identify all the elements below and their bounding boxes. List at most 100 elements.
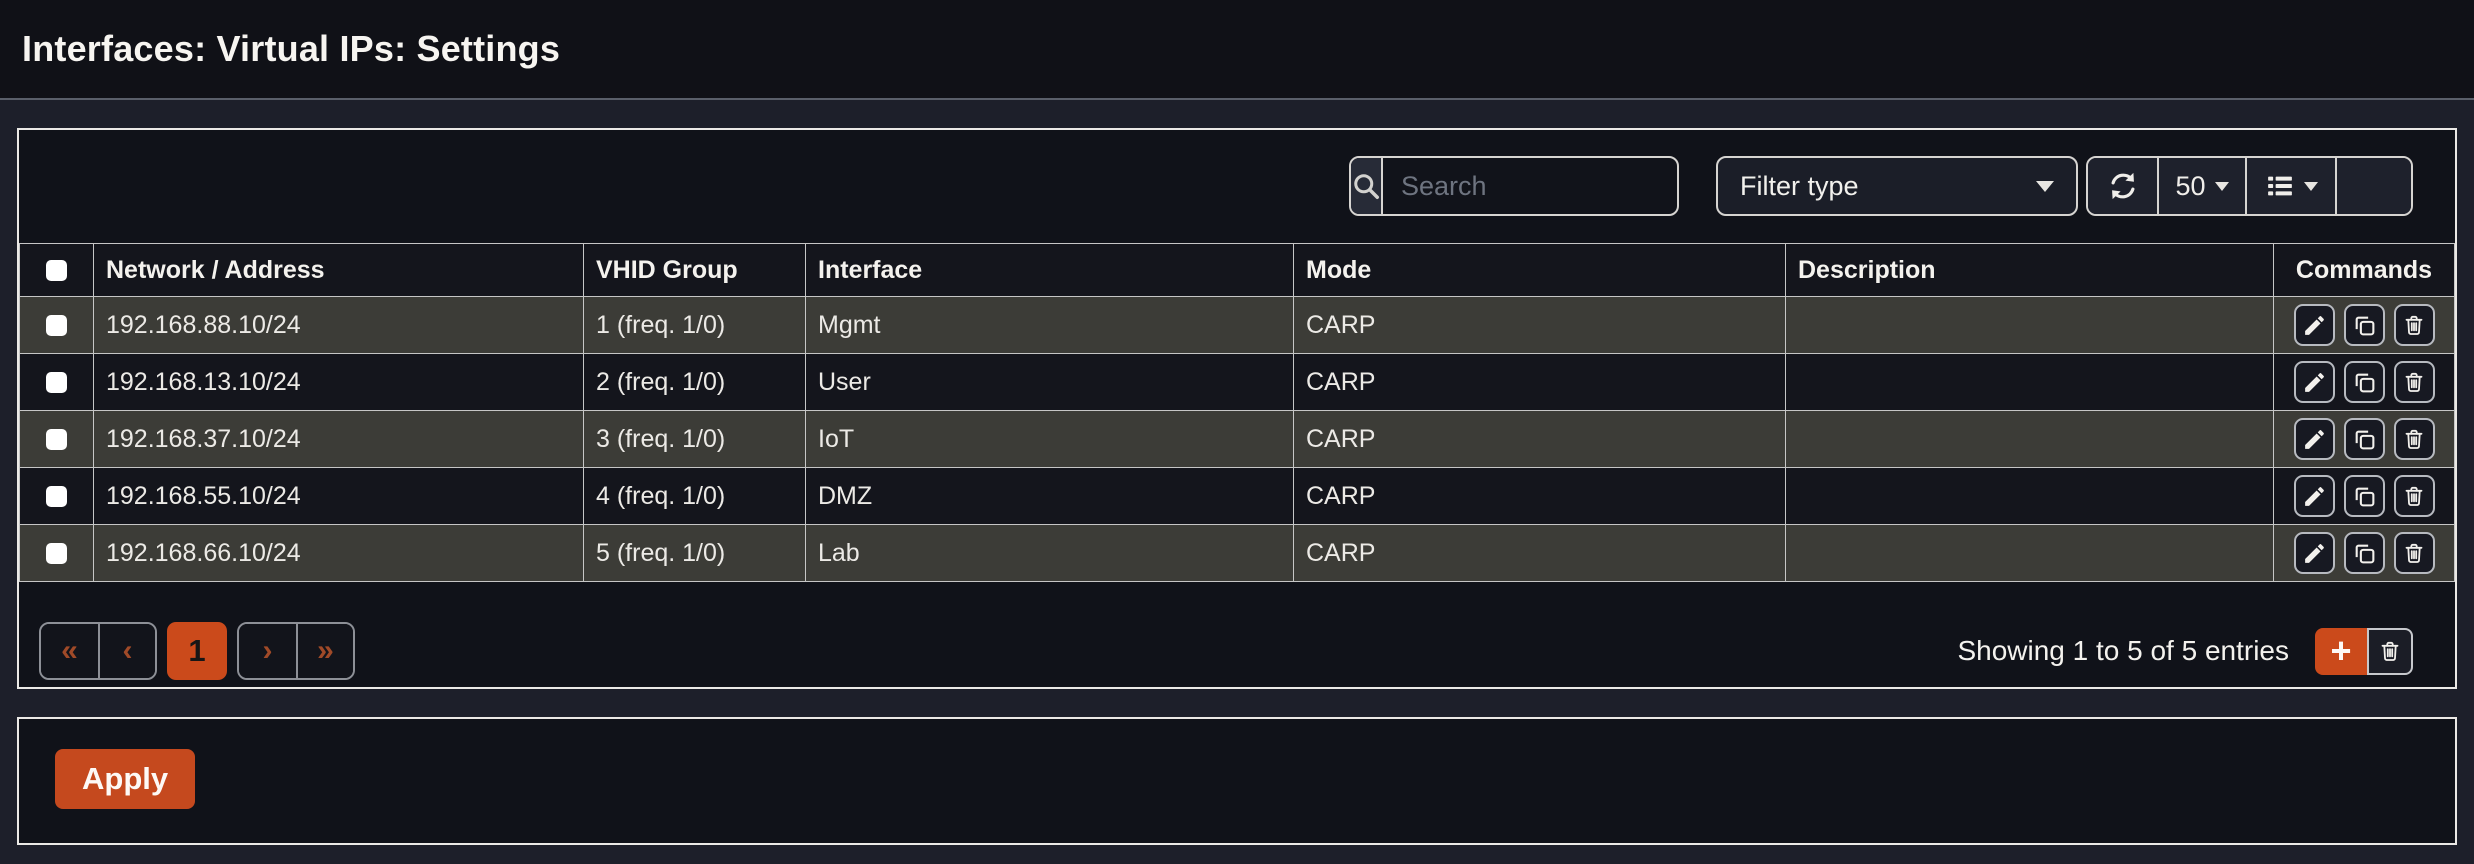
list-icon bbox=[2265, 171, 2295, 201]
cell-network: 192.168.88.10/24 bbox=[94, 297, 584, 354]
cell-network: 192.168.66.10/24 bbox=[94, 525, 584, 582]
cell-interface: Lab bbox=[806, 525, 1294, 582]
last-page-button[interactable]: » bbox=[296, 624, 353, 678]
delete-button[interactable] bbox=[2394, 418, 2435, 460]
trash-icon bbox=[2402, 370, 2426, 394]
plus-icon: + bbox=[2330, 630, 2351, 672]
cell-mode: CARP bbox=[1294, 354, 1786, 411]
clone-button[interactable] bbox=[2344, 532, 2385, 574]
cell-mode: CARP bbox=[1294, 468, 1786, 525]
virtual-ips-table: Network / Address VHID Group Interface M… bbox=[19, 243, 2455, 582]
previous-page-button[interactable]: ‹ bbox=[98, 624, 155, 678]
row-checkbox[interactable] bbox=[46, 429, 67, 450]
clone-button[interactable] bbox=[2344, 304, 2385, 346]
delete-button[interactable] bbox=[2394, 532, 2435, 574]
clone-icon bbox=[2352, 541, 2377, 566]
trash-icon bbox=[2378, 639, 2402, 663]
edit-button[interactable] bbox=[2294, 418, 2335, 460]
row-checkbox[interactable] bbox=[46, 486, 67, 507]
cell-mode: CARP bbox=[1294, 297, 1786, 354]
delete-selected-button[interactable] bbox=[2367, 628, 2413, 675]
cell-description bbox=[1786, 354, 2274, 411]
first-page-button[interactable]: « bbox=[41, 624, 98, 678]
cell-vhid-group: 3 (freq. 1/0) bbox=[584, 411, 806, 468]
page-title: Interfaces: Virtual IPs: Settings bbox=[22, 28, 560, 70]
row-checkbox[interactable] bbox=[46, 372, 67, 393]
cell-network: 192.168.37.10/24 bbox=[94, 411, 584, 468]
current-page-button[interactable]: 1 bbox=[167, 622, 227, 680]
column-header-interface[interactable]: Interface bbox=[806, 244, 1294, 297]
cell-vhid-group: 5 (freq. 1/0) bbox=[584, 525, 806, 582]
search-box bbox=[1349, 156, 1679, 216]
cell-network: 192.168.13.10/24 bbox=[94, 354, 584, 411]
column-header-network[interactable]: Network / Address bbox=[94, 244, 584, 297]
cell-vhid-group: 2 (freq. 1/0) bbox=[584, 354, 806, 411]
trash-icon bbox=[2402, 313, 2426, 337]
cell-interface: IoT bbox=[806, 411, 1294, 468]
cell-description bbox=[1786, 297, 2274, 354]
delete-button[interactable] bbox=[2394, 475, 2435, 517]
column-header-description[interactable]: Description bbox=[1786, 244, 2274, 297]
pencil-icon bbox=[2302, 313, 2327, 338]
cell-interface: User bbox=[806, 354, 1294, 411]
grid-options-group: 50 bbox=[2086, 156, 2413, 216]
cell-description bbox=[1786, 525, 2274, 582]
select-all-checkbox[interactable] bbox=[46, 260, 67, 281]
trash-icon bbox=[2402, 427, 2426, 451]
clone-icon bbox=[2352, 427, 2377, 452]
page-size-value: 50 bbox=[2175, 171, 2205, 202]
table-row: 192.168.37.10/24 3 (freq. 1/0) IoT CARP bbox=[20, 411, 2455, 468]
column-header-mode[interactable]: Mode bbox=[1294, 244, 1786, 297]
next-page-button[interactable]: › bbox=[239, 624, 296, 678]
column-header-vhid-group[interactable]: VHID Group bbox=[584, 244, 806, 297]
pencil-icon bbox=[2302, 484, 2327, 509]
apply-panel: Apply bbox=[17, 717, 2457, 845]
table-row: 192.168.88.10/24 1 (freq. 1/0) Mgmt CARP bbox=[20, 297, 2455, 354]
search-input[interactable] bbox=[1383, 158, 1679, 214]
caret-down-icon bbox=[2304, 182, 2318, 191]
edit-button[interactable] bbox=[2294, 532, 2335, 574]
cell-interface: DMZ bbox=[806, 468, 1294, 525]
pencil-icon bbox=[2302, 427, 2327, 452]
refresh-button[interactable] bbox=[2088, 158, 2157, 214]
caret-down-icon bbox=[2036, 181, 2054, 192]
column-selection-dropdown[interactable] bbox=[2245, 158, 2335, 214]
page-content: Filter type 50 bbox=[0, 100, 2474, 845]
cell-network: 192.168.55.10/24 bbox=[94, 468, 584, 525]
column-header-commands: Commands bbox=[2274, 244, 2455, 297]
table-row: 192.168.13.10/24 2 (freq. 1/0) User CARP bbox=[20, 354, 2455, 411]
cell-vhid-group: 1 (freq. 1/0) bbox=[584, 297, 806, 354]
cell-mode: CARP bbox=[1294, 411, 1786, 468]
cell-description bbox=[1786, 468, 2274, 525]
pencil-icon bbox=[2302, 541, 2327, 566]
extra-options-button[interactable] bbox=[2335, 158, 2411, 214]
add-delete-group: + bbox=[2315, 628, 2413, 675]
clone-icon bbox=[2352, 484, 2377, 509]
trash-icon bbox=[2402, 541, 2426, 565]
clone-button[interactable] bbox=[2344, 418, 2385, 460]
edit-button[interactable] bbox=[2294, 361, 2335, 403]
pagination-right: Showing 1 to 5 of 5 entries + bbox=[1957, 628, 2413, 675]
row-checkbox[interactable] bbox=[46, 543, 67, 564]
table-header-row: Network / Address VHID Group Interface M… bbox=[20, 244, 2455, 297]
cell-interface: Mgmt bbox=[806, 297, 1294, 354]
apply-button[interactable]: Apply bbox=[55, 749, 195, 809]
row-checkbox[interactable] bbox=[46, 315, 67, 336]
filter-type-label: Filter type bbox=[1740, 171, 1859, 202]
edit-button[interactable] bbox=[2294, 475, 2335, 517]
grid-toolbar: Filter type 50 bbox=[19, 130, 2455, 243]
clone-icon bbox=[2352, 370, 2377, 395]
table-row: 192.168.55.10/24 4 (freq. 1/0) DMZ CARP bbox=[20, 468, 2455, 525]
virtual-ips-panel: Filter type 50 bbox=[17, 128, 2457, 689]
add-button[interactable]: + bbox=[2315, 628, 2367, 675]
edit-button[interactable] bbox=[2294, 304, 2335, 346]
clone-button[interactable] bbox=[2344, 475, 2385, 517]
cell-mode: CARP bbox=[1294, 525, 1786, 582]
page-size-dropdown[interactable]: 50 bbox=[2157, 158, 2245, 214]
pagination-bar: « ‹ 1 › » Showing 1 to 5 of 5 entries + bbox=[39, 622, 2413, 680]
delete-button[interactable] bbox=[2394, 361, 2435, 403]
delete-button[interactable] bbox=[2394, 304, 2435, 346]
filter-type-dropdown[interactable]: Filter type bbox=[1716, 156, 2078, 216]
clone-button[interactable] bbox=[2344, 361, 2385, 403]
pager-back-group: « ‹ bbox=[39, 622, 157, 680]
